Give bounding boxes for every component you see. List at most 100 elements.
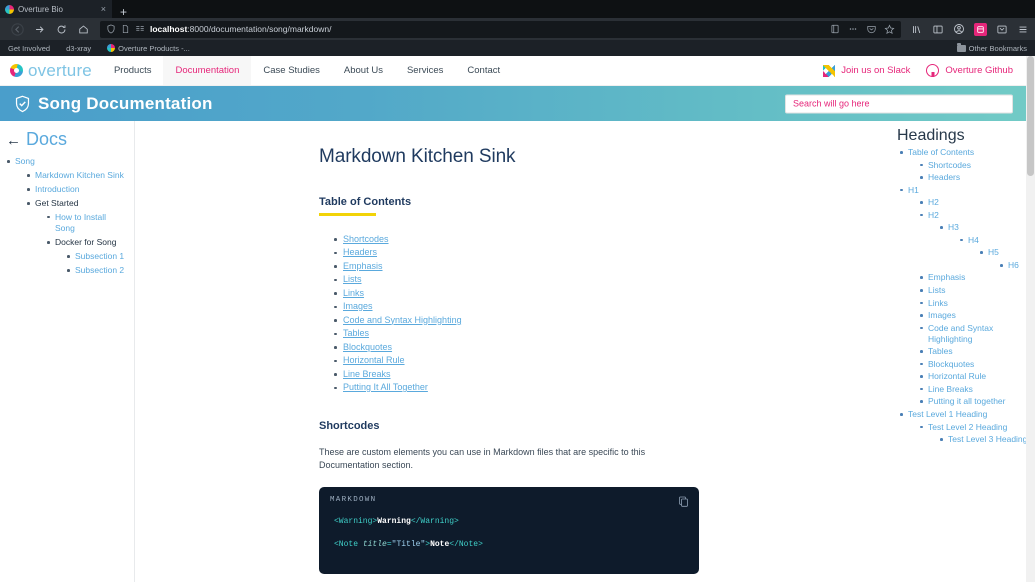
nav-item-products[interactable]: Products <box>102 56 164 85</box>
docs-link-subsection-1[interactable]: Subsection 1 <box>75 251 124 261</box>
heading-link-horizontal-rule[interactable]: Horizontal Rule <box>928 371 986 381</box>
list-item[interactable]: H2 <box>917 197 1029 208</box>
back-arrow-icon[interactable] <box>6 20 28 38</box>
bookmark-item[interactable]: Overture Products -... <box>107 44 190 53</box>
docs-back-link[interactable]: ← Docs <box>6 129 128 150</box>
forward-arrow-icon[interactable] <box>28 20 50 38</box>
bookmark-item[interactable]: d3-xray <box>66 44 91 53</box>
toc-link-code-and-syntax-highlighting[interactable]: Code and Syntax Highlighting <box>343 315 462 325</box>
reload-icon[interactable] <box>50 20 72 38</box>
heading-link-h5[interactable]: H5 <box>988 247 999 257</box>
toc-link-images[interactable]: Images <box>343 301 373 311</box>
heading-link-shortcodes[interactable]: Shortcodes <box>928 160 971 170</box>
list-item[interactable]: Test Level 1 Heading Test Level 2 Headin… <box>897 409 1029 445</box>
library-icon[interactable] <box>911 24 923 35</box>
search-input[interactable] <box>793 98 1005 109</box>
list-item[interactable]: Images <box>917 310 1029 321</box>
list-item[interactable]: Table of Contents Shortcodes Headers <box>897 147 1029 183</box>
toc-link-putting-it-all-together[interactable]: Putting It All Together <box>343 382 428 392</box>
heading-link-lists[interactable]: Lists <box>928 285 945 295</box>
list-item[interactable]: Shortcodes <box>333 234 709 244</box>
heading-link-test-level-3[interactable]: Test Level 3 Heading <box>948 434 1027 444</box>
list-item[interactable]: Tables <box>917 346 1029 357</box>
save-to-pocket-icon[interactable] <box>830 24 840 34</box>
toc-link-line-breaks[interactable]: Line Breaks <box>343 369 391 379</box>
copy-icon[interactable] <box>678 495 689 513</box>
new-tab-button[interactable]: + <box>112 6 135 18</box>
search-box[interactable] <box>785 94 1013 113</box>
docs-tree-item[interactable]: Subsection 1 <box>64 251 128 262</box>
close-icon[interactable]: × <box>99 4 108 14</box>
list-item[interactable]: Putting It All Together <box>333 382 709 392</box>
heading-link-h4[interactable]: H4 <box>968 235 979 245</box>
list-item[interactable]: Lists <box>333 274 709 284</box>
docs-link-how-to-install-song[interactable]: How to Install Song <box>55 212 106 233</box>
heading-link-blockquotes[interactable]: Blockquotes <box>928 359 974 369</box>
heading-link-h3[interactable]: H3 <box>948 222 959 232</box>
toc-link-lists[interactable]: Lists <box>343 274 362 284</box>
list-item[interactable]: H2 H3 H4 H5 H6 <box>917 210 1029 271</box>
list-item[interactable]: H4 H5 H6 <box>957 235 1029 271</box>
docs-tree-item[interactable]: Subsection 2 <box>64 265 128 276</box>
overture-logo[interactable]: overture <box>0 56 102 85</box>
list-item[interactable]: Test Level 3 Heading <box>937 434 1029 445</box>
address-bar[interactable]: localhost:8000/documentation/song/markdo… <box>100 20 901 38</box>
list-item[interactable]: Links <box>917 298 1029 309</box>
list-item[interactable]: H3 H4 H5 H6 <box>937 222 1029 271</box>
heading-link-headers[interactable]: Headers <box>928 172 960 182</box>
home-icon[interactable] <box>72 20 94 38</box>
list-item[interactable]: Code and Syntax Highlighting <box>917 323 1029 345</box>
list-item[interactable]: Line Breaks <box>917 384 1029 395</box>
heading-link-emphasis[interactable]: Emphasis <box>928 272 965 282</box>
heading-link-table-of-contents[interactable]: Table of Contents <box>908 147 974 157</box>
heading-link-images[interactable]: Images <box>928 310 956 320</box>
github-link[interactable]: Overture Github <box>926 64 1013 77</box>
nav-item-documentation[interactable]: Documentation <box>163 56 252 85</box>
heading-link-code-and-syntax-highlighting[interactable]: Code and Syntax Highlighting <box>928 323 993 344</box>
list-item[interactable]: Lists <box>917 285 1029 296</box>
nav-item-about-us[interactable]: About Us <box>332 56 395 85</box>
toc-link-blockquotes[interactable]: Blockquotes <box>343 342 392 352</box>
list-item[interactable]: H6 <box>997 260 1029 271</box>
toc-link-tables[interactable]: Tables <box>343 328 369 338</box>
docs-link-introduction[interactable]: Introduction <box>35 184 79 194</box>
list-item[interactable]: Horizontal Rule <box>917 371 1029 382</box>
heading-link-h6[interactable]: H6 <box>1008 260 1019 270</box>
list-item[interactable]: Blockquotes <box>333 342 709 352</box>
page-scrollbar[interactable] <box>1026 56 1035 582</box>
heading-link-putting-it-all-together[interactable]: Putting it all together <box>928 396 1006 406</box>
heading-link-line-breaks[interactable]: Line Breaks <box>928 384 973 394</box>
list-item[interactable]: Horizontal Rule <box>333 355 709 365</box>
docs-tree-item[interactable]: Markdown Kitchen Sink <box>24 170 128 181</box>
list-item[interactable]: Putting it all together <box>917 396 1029 407</box>
extension-icon[interactable] <box>996 24 1008 35</box>
list-item[interactable]: Links <box>333 288 709 298</box>
account-icon[interactable] <box>953 23 965 35</box>
docs-tree-item[interactable]: Introduction <box>24 184 128 195</box>
list-item[interactable]: Blockquotes <box>917 359 1029 370</box>
list-item[interactable]: Emphasis <box>333 261 709 271</box>
list-item[interactable]: Tables <box>333 328 709 338</box>
more-icon[interactable] <box>847 24 859 34</box>
heading-link-tables[interactable]: Tables <box>928 346 953 356</box>
list-item[interactable]: Images <box>333 301 709 311</box>
reader-mode-icon[interactable] <box>135 24 145 34</box>
bookmark-item[interactable]: Get Involved <box>8 44 50 53</box>
toc-link-shortcodes[interactable]: Shortcodes <box>343 234 389 244</box>
toc-link-links[interactable]: Links <box>343 288 364 298</box>
heading-link-h1[interactable]: H1 <box>908 185 919 195</box>
nav-item-contact[interactable]: Contact <box>455 56 512 85</box>
heading-link-test-level-2[interactable]: Test Level 2 Heading <box>928 422 1007 432</box>
list-item[interactable]: H5 H6 <box>977 247 1029 271</box>
heading-link-h2-b[interactable]: H2 <box>928 210 939 220</box>
extension-pink-icon[interactable] <box>974 22 987 36</box>
toc-link-horizontal-rule[interactable]: Horizontal Rule <box>343 355 405 365</box>
docs-link-markdown-kitchen-sink[interactable]: Markdown Kitchen Sink <box>35 170 124 180</box>
nav-item-services[interactable]: Services <box>395 56 455 85</box>
docs-tree-item[interactable]: Song Markdown Kitchen Sink Introduction … <box>4 156 128 277</box>
heading-link-h2-a[interactable]: H2 <box>928 197 939 207</box>
list-item[interactable]: H1 H2 H2 H3 H4 H5 H6 Emphasis Lists Link… <box>897 185 1029 408</box>
sidebar-icon[interactable] <box>932 24 944 35</box>
list-item[interactable]: Code and Syntax Highlighting <box>333 315 709 325</box>
docs-tree-item[interactable]: How to Install Song <box>44 212 128 235</box>
